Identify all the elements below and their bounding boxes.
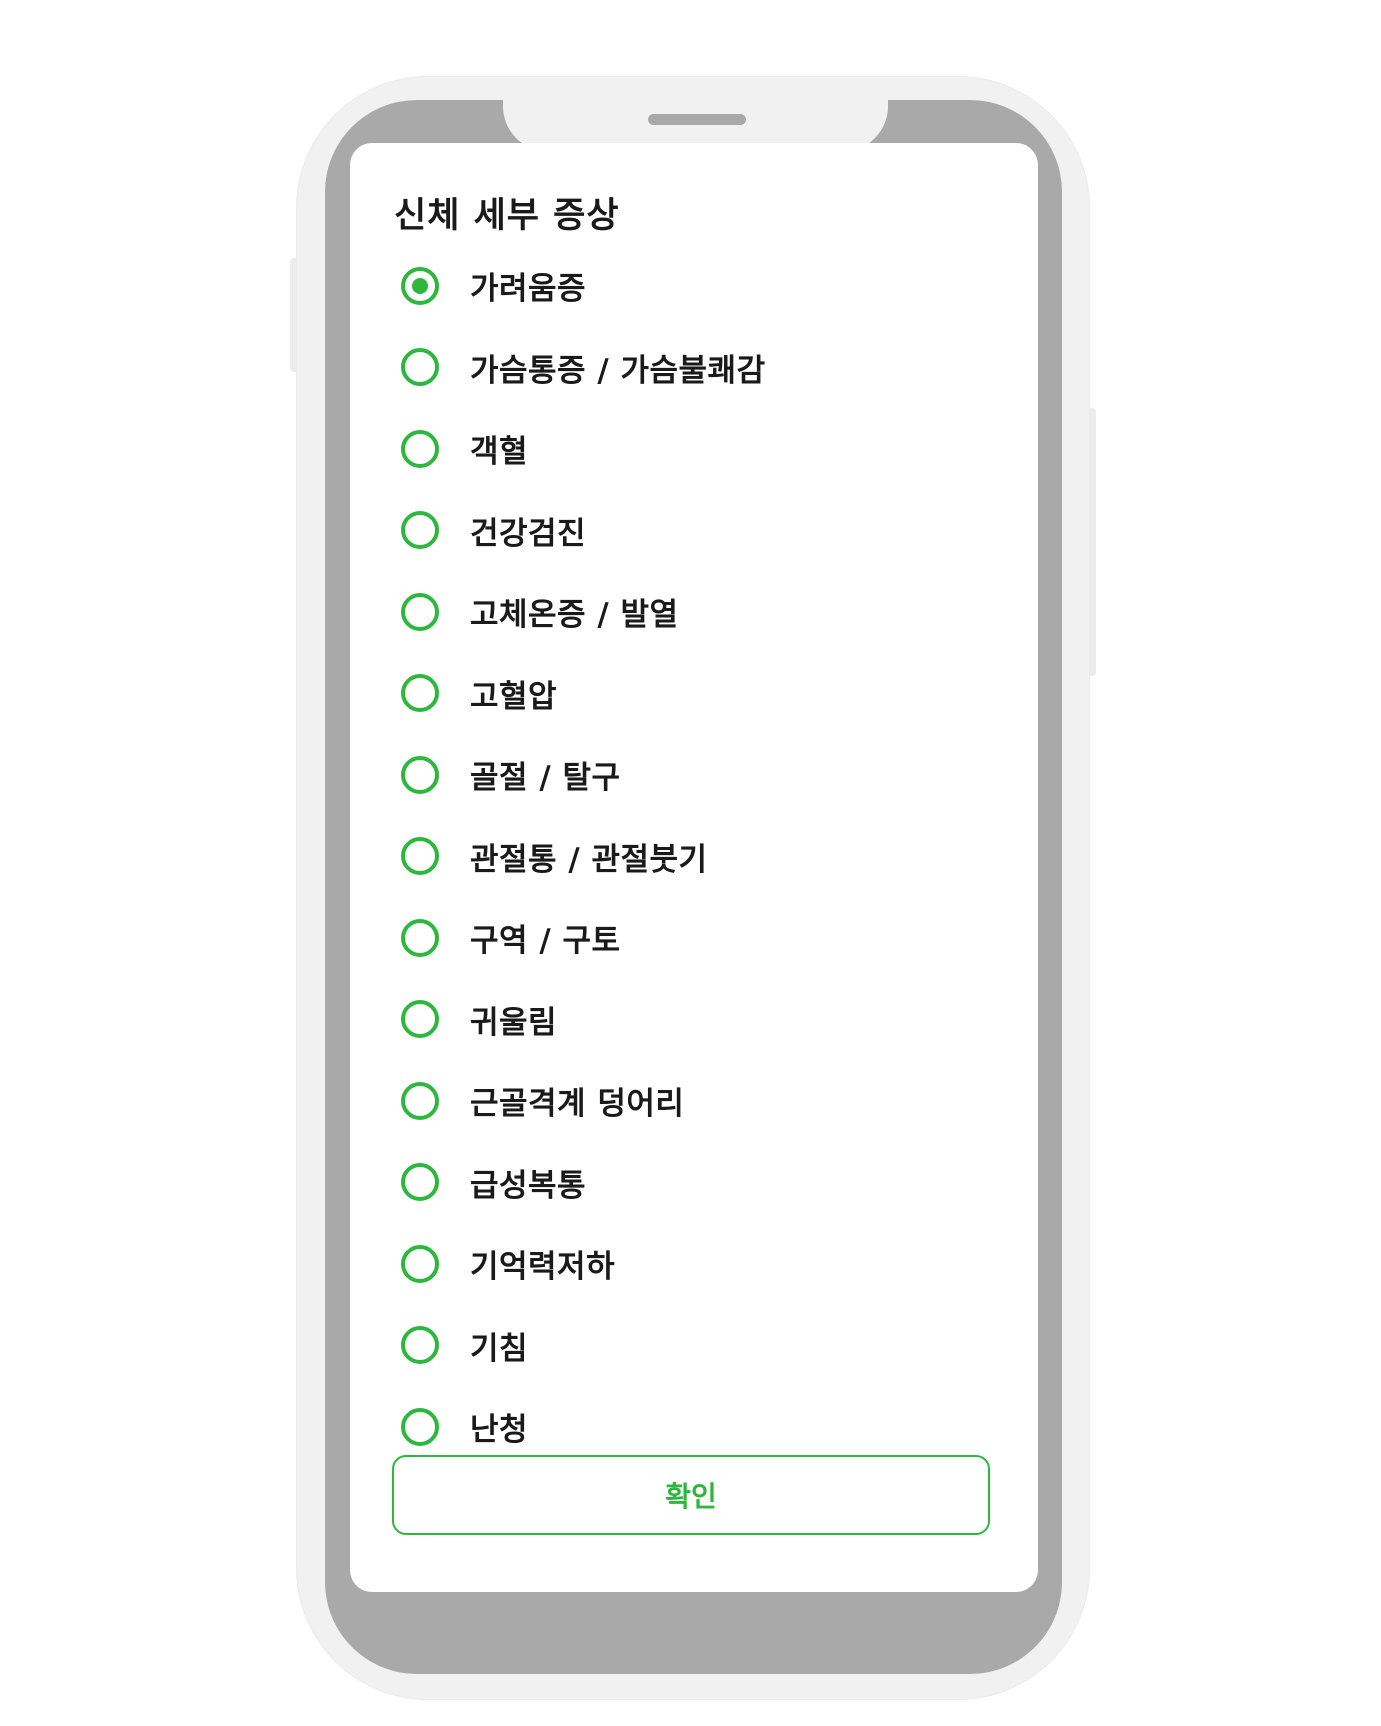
symptom-option[interactable]: 기침: [394, 1305, 1014, 1387]
radio-unselected-icon[interactable]: [401, 429, 439, 468]
screen: 신체 세부 증상 가려움증가슴통증 / 가슴불쾌감객혈건강검진고체온증 / 발열…: [350, 143, 1038, 1592]
symptom-option-label: 급성복통: [470, 1167, 587, 1204]
symptom-option-label: 가슴통증 / 가슴불쾌감: [470, 352, 766, 389]
symptom-option-list: 가려움증가슴통증 / 가슴불쾌감객혈건강검진고체온증 / 발열고혈압골절 / 탈…: [394, 245, 1014, 1468]
symptom-option[interactable]: 구역 / 구토: [394, 897, 1014, 979]
radio-unselected-icon[interactable]: [401, 674, 439, 713]
symptom-option[interactable]: 급성복통: [394, 1142, 1014, 1224]
radio-unselected-icon[interactable]: [401, 918, 439, 957]
speaker-grille: [648, 114, 746, 125]
symptom-option-label: 고체온증 / 발열: [470, 597, 679, 634]
symptom-option-label: 기억력저하: [470, 1249, 616, 1286]
radio-unselected-icon[interactable]: [401, 1407, 439, 1446]
symptom-option-label: 고혈압: [470, 678, 558, 715]
radio-unselected-icon[interactable]: [401, 511, 439, 550]
radio-unselected-icon[interactable]: [401, 1326, 439, 1365]
radio-unselected-icon[interactable]: [401, 1244, 439, 1283]
symptom-option[interactable]: 고혈압: [394, 653, 1014, 735]
radio-unselected-icon[interactable]: [401, 1081, 439, 1120]
symptom-option[interactable]: 골절 / 탈구: [394, 734, 1014, 816]
symptom-option[interactable]: 객혈: [394, 408, 1014, 490]
symptom-option[interactable]: 건강검진: [394, 490, 1014, 572]
confirm-button[interactable]: 확인: [392, 1455, 990, 1535]
radio-unselected-icon[interactable]: [401, 1000, 439, 1039]
symptom-option-label: 근골격계 덩어리: [470, 1086, 685, 1123]
symptom-option[interactable]: 고체온증 / 발열: [394, 571, 1014, 653]
symptom-option-label: 귀울림: [470, 1004, 558, 1041]
symptom-option-label: 객혈: [470, 434, 529, 471]
symptom-option[interactable]: 근골격계 덩어리: [394, 1060, 1014, 1142]
radio-unselected-icon[interactable]: [401, 1163, 439, 1202]
radio-unselected-icon[interactable]: [401, 592, 439, 631]
device-frame: 신체 세부 증상 가려움증가슴통증 / 가슴불쾌감객혈건강검진고체온증 / 발열…: [0, 0, 1381, 1726]
radio-selected-icon[interactable]: [401, 266, 439, 305]
symptom-option[interactable]: 관절통 / 관절붓기: [394, 816, 1014, 898]
radio-unselected-icon[interactable]: [401, 348, 439, 387]
symptom-option-label: 기침: [470, 1330, 529, 1367]
radio-unselected-icon[interactable]: [401, 837, 439, 876]
symptom-option[interactable]: 가슴통증 / 가슴불쾌감: [394, 327, 1014, 409]
symptom-option-label: 난청: [470, 1412, 529, 1449]
symptom-option-label: 관절통 / 관절붓기: [470, 841, 708, 878]
symptom-option[interactable]: 귀울림: [394, 979, 1014, 1061]
symptom-option-label: 건강검진: [470, 515, 587, 552]
symptom-selection-sheet: 신체 세부 증상 가려움증가슴통증 / 가슴불쾌감객혈건강검진고체온증 / 발열…: [350, 143, 1038, 1592]
symptom-option[interactable]: 기억력저하: [394, 1223, 1014, 1305]
page-title: 신체 세부 증상: [394, 196, 620, 236]
symptom-option-label: 가려움증: [470, 271, 587, 308]
symptom-option-label: 골절 / 탈구: [470, 760, 621, 797]
symptom-option-label: 구역 / 구토: [470, 923, 621, 960]
radio-unselected-icon[interactable]: [401, 755, 439, 794]
radio-dot-icon: [412, 277, 428, 294]
symptom-option[interactable]: 가려움증: [394, 245, 1014, 327]
